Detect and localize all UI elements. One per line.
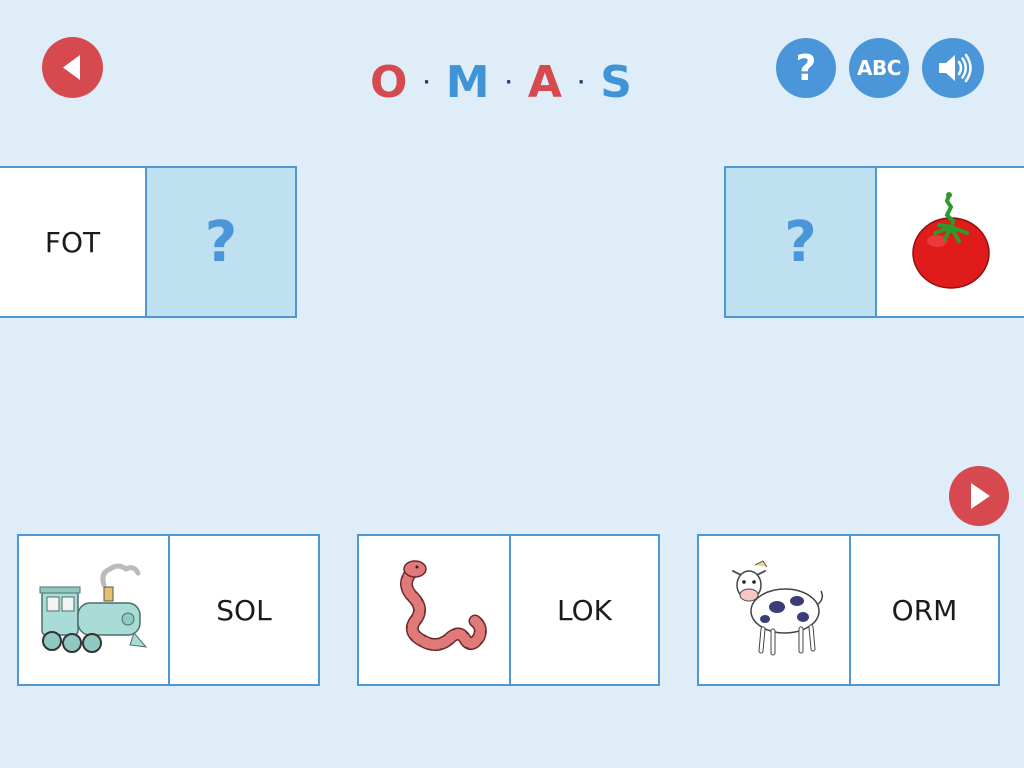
speaker-icon — [939, 53, 972, 83]
title-letter: S — [600, 56, 632, 108]
snake-icon — [400, 560, 487, 651]
title-letter: O — [370, 56, 408, 108]
abc-button[interactable]: ABC — [849, 38, 909, 98]
drop-slot[interactable]: ? — [724, 166, 877, 318]
tile-word: FOT — [44, 225, 101, 259]
title-separator: · — [505, 71, 513, 93]
cow-icon — [732, 560, 824, 656]
tile-word: LOK — [556, 593, 612, 627]
picture-tile — [17, 534, 170, 686]
abc-label: ABC — [857, 56, 901, 80]
word-tile: ORM — [849, 534, 1000, 686]
picture-tile — [357, 534, 511, 686]
picture-tile — [875, 166, 1024, 318]
picture-tile — [697, 534, 851, 686]
title-letter: A — [527, 56, 562, 108]
next-button[interactable] — [949, 466, 1009, 526]
word-tile: FOT — [0, 166, 147, 318]
question-mark: ? — [204, 209, 238, 275]
tile-word: ORM — [891, 593, 958, 627]
train-icon — [39, 563, 147, 653]
word-tile: LOK — [509, 534, 660, 686]
word-tile: SOL — [168, 534, 320, 686]
sound-button[interactable] — [922, 38, 984, 98]
tomato-icon — [911, 192, 990, 289]
next-arrow-icon — [971, 483, 990, 509]
back-arrow-icon — [63, 55, 80, 80]
question-mark: ? — [784, 209, 817, 275]
app-title: O · M · A · S — [370, 52, 632, 112]
title-separator: · — [577, 71, 585, 93]
title-letter: M — [445, 56, 490, 108]
help-button[interactable]: ? — [776, 38, 836, 98]
tile-word: SOL — [216, 593, 272, 627]
title-separator: · — [423, 71, 430, 93]
help-label: ? — [795, 47, 817, 89]
drop-slot[interactable]: ? — [145, 166, 297, 318]
back-button[interactable] — [42, 37, 103, 98]
